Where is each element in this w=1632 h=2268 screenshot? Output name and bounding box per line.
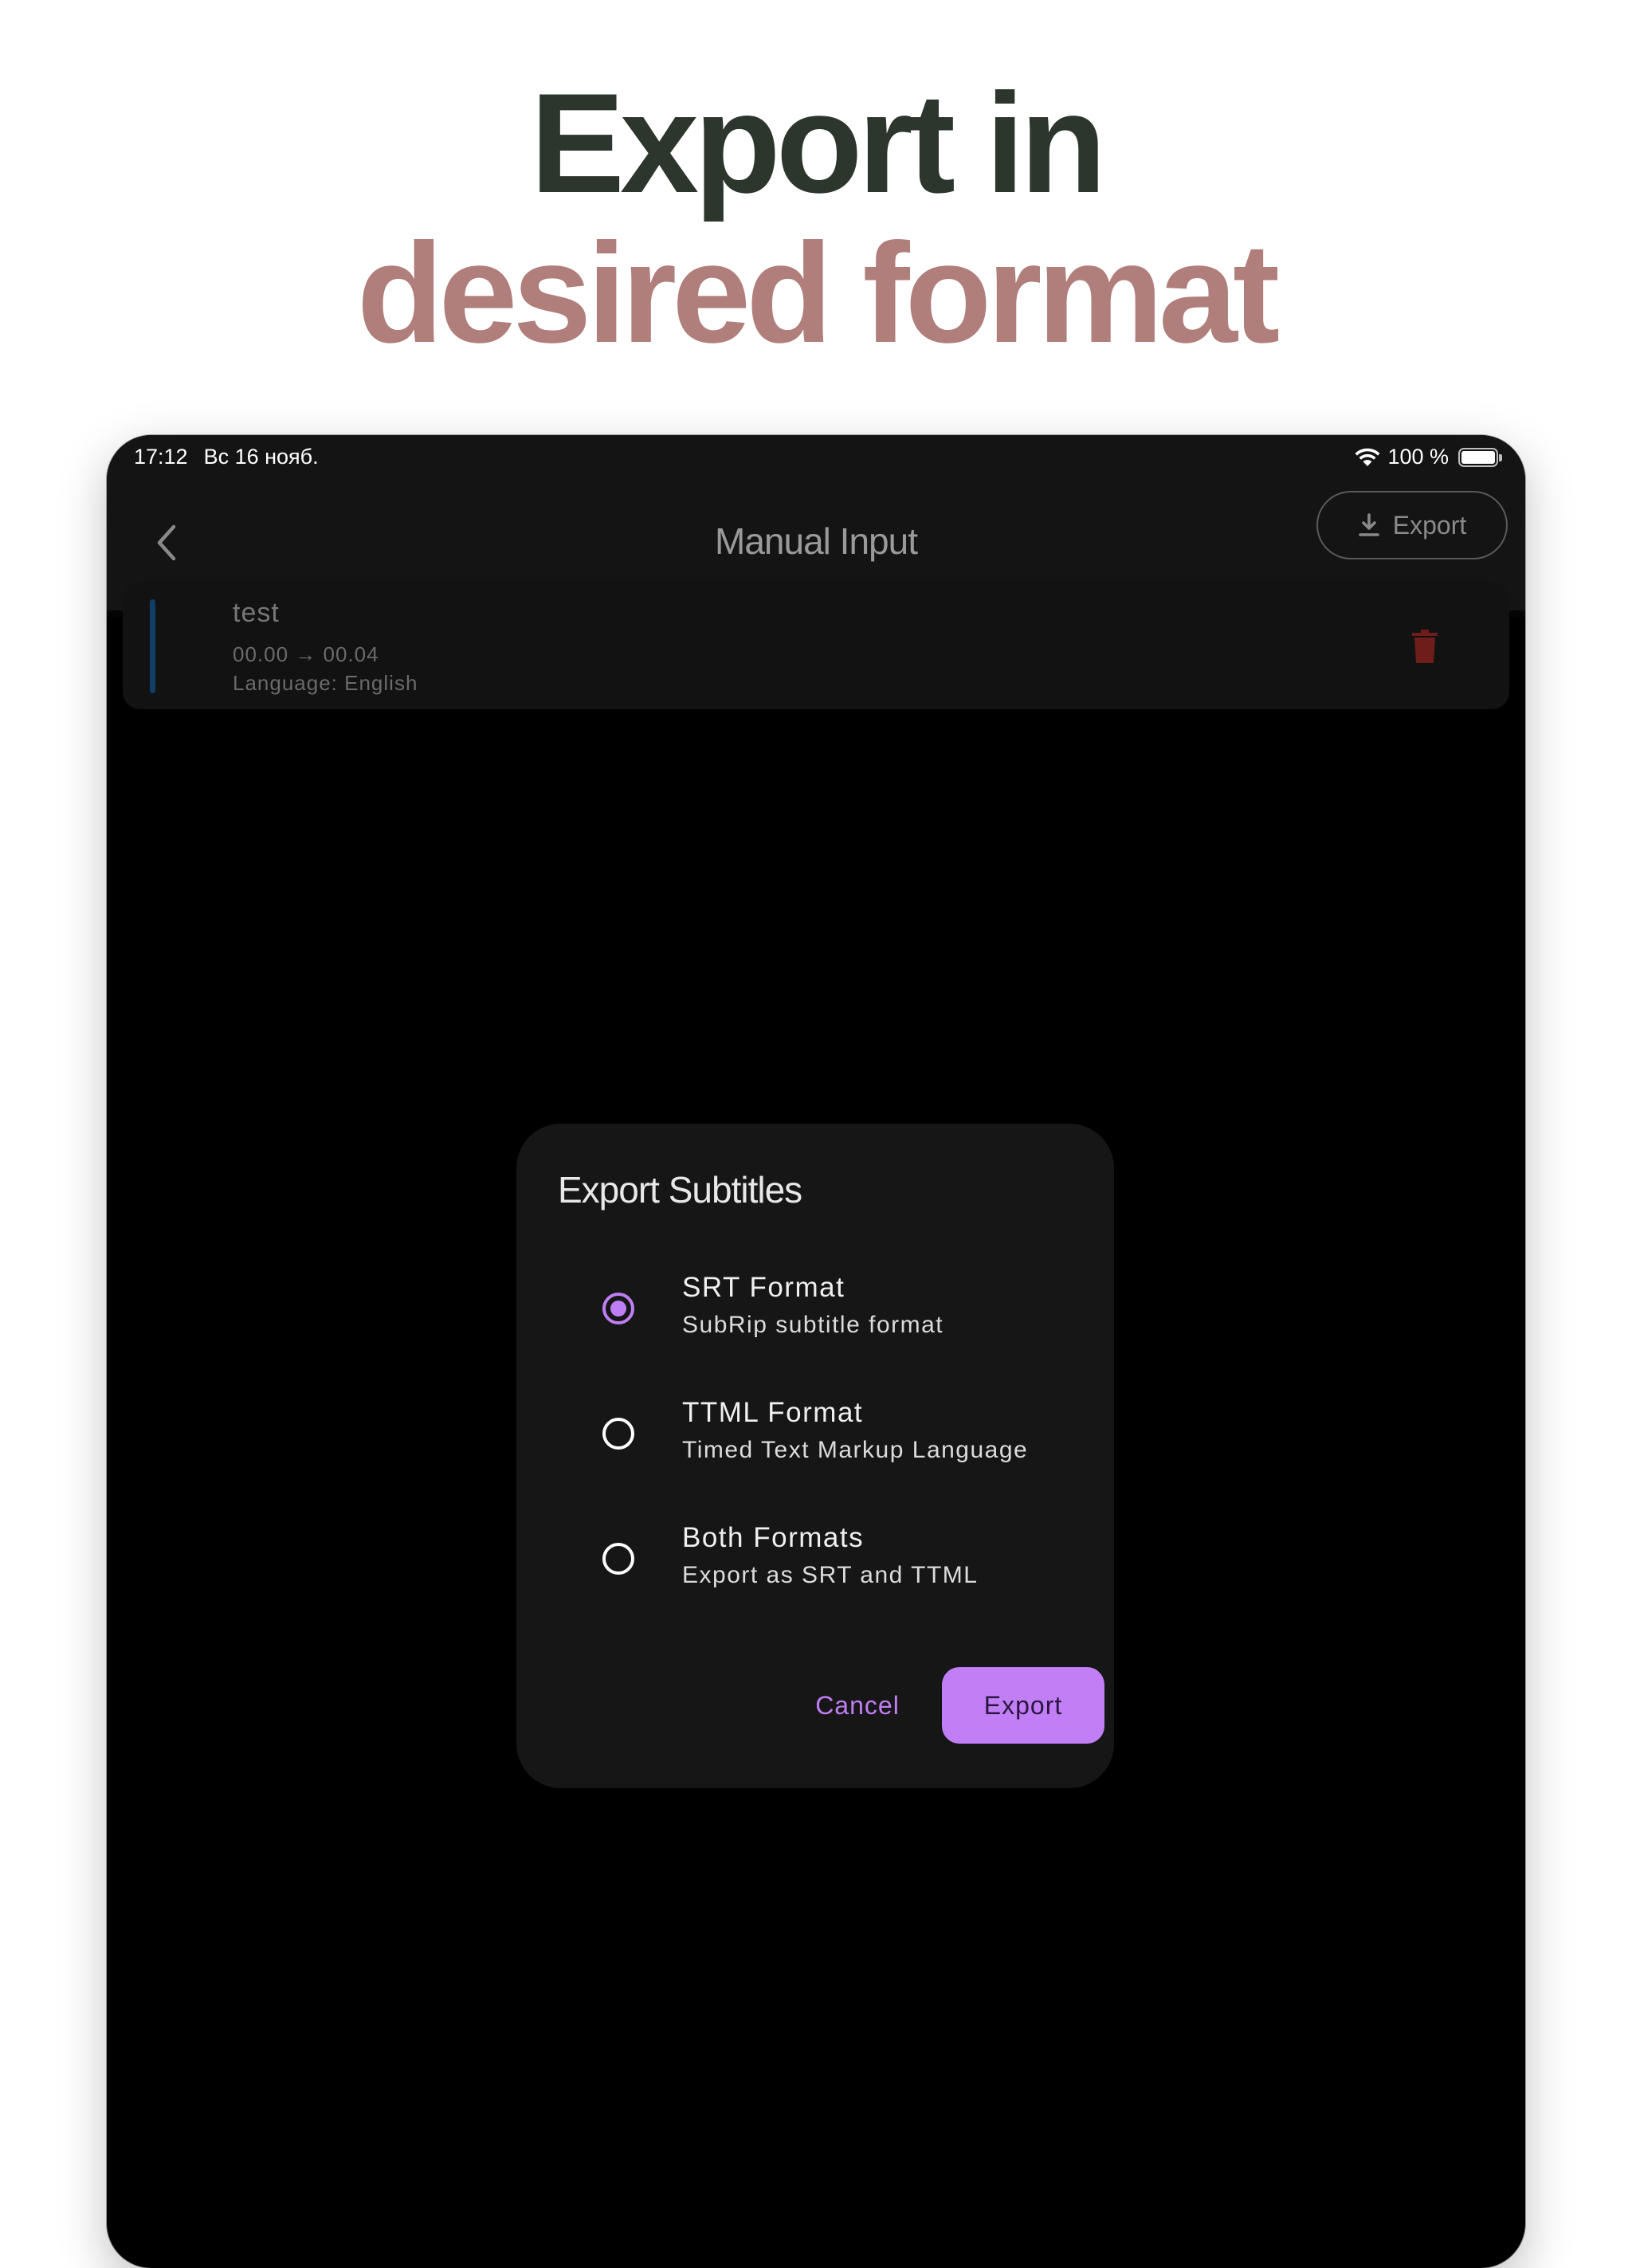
status-right: 100 % [1354, 445, 1502, 469]
dialog-title: Export Subtitles [558, 1169, 802, 1211]
subtitle-text-block: test 00.00 → 00.04 Language: English [233, 598, 418, 697]
subtitle-card[interactable]: test 00.00 → 00.04 Language: English [123, 582, 1509, 709]
radio-srt[interactable] [602, 1293, 634, 1324]
status-left: 17:12 Вс 16 нояб. [134, 445, 335, 469]
option-ttml-label: TTML Format [682, 1397, 864, 1428]
export-top-button[interactable]: Export [1316, 491, 1508, 559]
tablet-screen: 17:12 Вс 16 нояб. 100 % Manual Input Exp… [107, 435, 1525, 2268]
status-bar: 17:12 Вс 16 нояб. 100 % [107, 435, 1525, 475]
subtitle-accent-bar [150, 599, 155, 693]
option-both-label: Both Formats [682, 1522, 865, 1553]
export-top-label: Export [1392, 510, 1467, 540]
status-time: 17:12 [134, 445, 188, 469]
radio-both[interactable] [602, 1543, 634, 1575]
export-button[interactable]: Export [942, 1667, 1104, 1744]
subtitle-timing: 00.00 → 00.04 [233, 642, 379, 666]
wifi-icon [1355, 448, 1380, 466]
subtitle-text: test [233, 598, 280, 628]
trash-icon [1412, 630, 1438, 663]
option-both-description: Export as SRT and TTML [682, 1562, 979, 1588]
battery-icon [1458, 447, 1502, 467]
download-icon [1359, 513, 1379, 536]
option-both[interactable]: Both Formats Export as SRT and TTML [516, 1513, 1114, 1624]
status-date: Вс 16 нояб. [203, 445, 319, 469]
option-ttml[interactable]: TTML Format Timed Text Markup Language [516, 1387, 1114, 1499]
headline-line-2: desired format [356, 214, 1280, 372]
subtitle-language: Language: English [233, 671, 418, 695]
option-srt-label: SRT Format [682, 1272, 845, 1303]
headline-line-1: Export in [530, 64, 1106, 222]
battery-percent: 100 % [1387, 445, 1449, 469]
option-srt-description: SubRip subtitle format [682, 1312, 944, 1338]
page-title: Manual Input [715, 520, 918, 562]
option-srt[interactable]: SRT Format SubRip subtitle format [516, 1262, 1114, 1374]
radio-ttml[interactable] [602, 1418, 634, 1450]
option-ttml-description: Timed Text Markup Language [682, 1437, 1029, 1463]
export-dialog: Export Subtitles SRT Format SubRip subti… [516, 1124, 1114, 1788]
cancel-button[interactable]: Cancel [794, 1667, 921, 1744]
delete-button[interactable] [1409, 626, 1441, 666]
